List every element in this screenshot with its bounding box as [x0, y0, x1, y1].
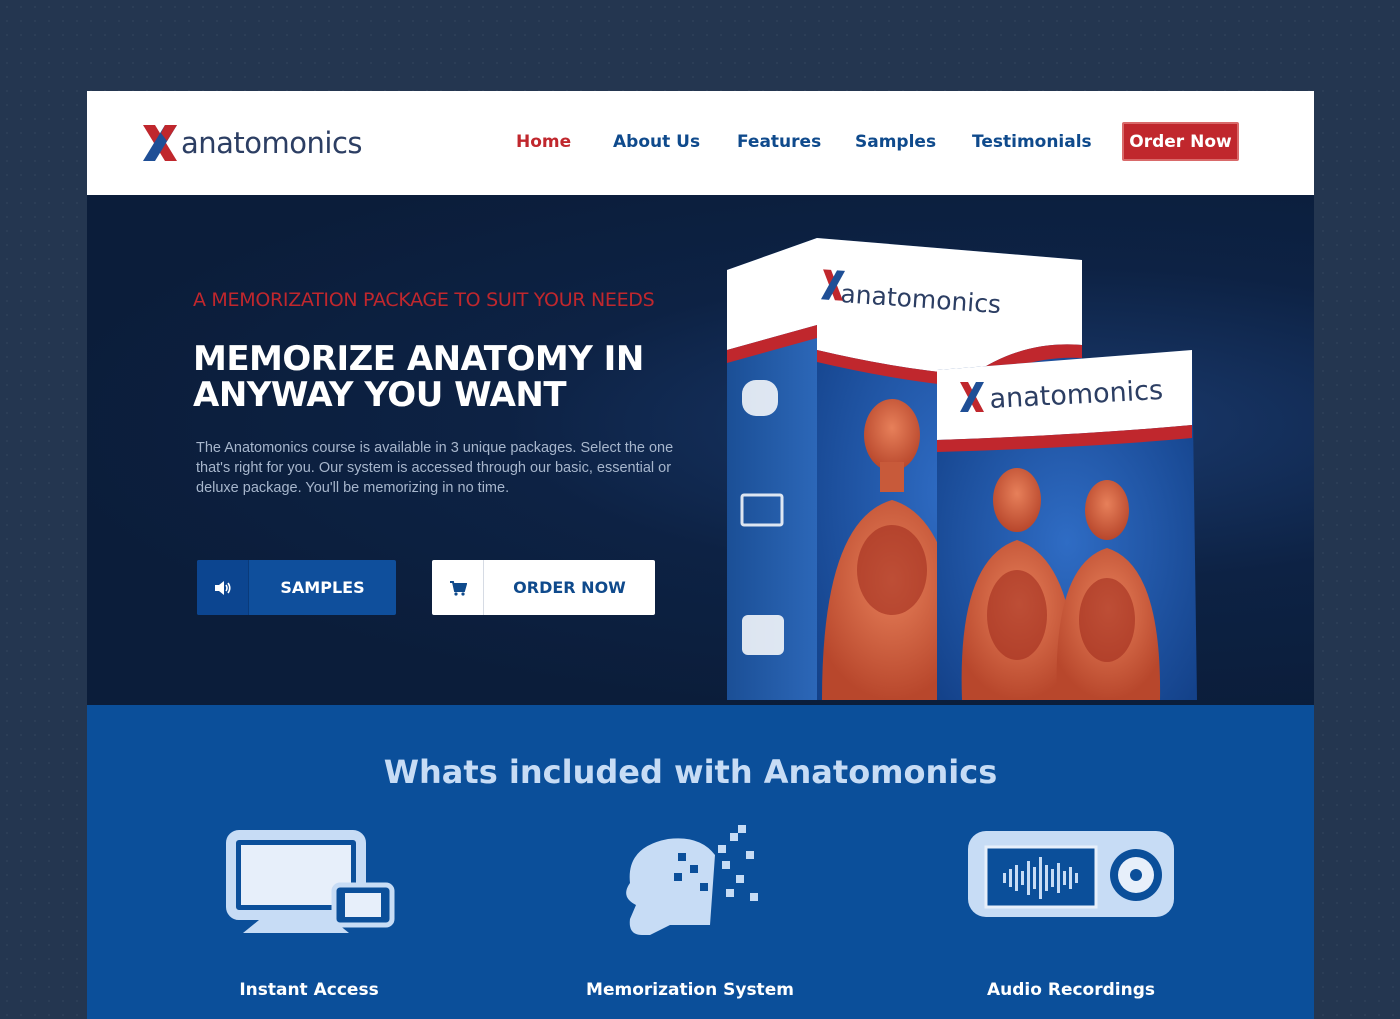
features-title: Whats included with Anatomonics — [383, 753, 998, 791]
feature-label-memorization-system: Memorization System — [586, 980, 794, 1000]
hero-kicker: A MEMORIZATION PACKAGE TO SUIT YOUR NEED… — [193, 289, 655, 311]
feature-label-instant-access: Instant Access — [239, 980, 379, 1000]
audio-player-icon — [968, 831, 1174, 917]
hero-title: MEMORIZE ANATOMY IN ANYWAY YOU WANT — [193, 339, 644, 415]
features-section: Whats included with Anatomonics Instant … — [87, 705, 1314, 1019]
nav-home[interactable]: Home — [516, 132, 571, 152]
samples-button-label: SAMPLES — [280, 578, 365, 597]
cart-icon — [432, 560, 484, 615]
site-header: anatomonics Home About Us Features Sampl… — [87, 91, 1314, 195]
order-now-button[interactable]: Order Now — [1122, 122, 1239, 161]
nav-samples[interactable]: Samples — [855, 132, 936, 152]
samples-button[interactable]: SAMPLES — [197, 560, 396, 615]
hero-order-button[interactable]: ORDER NOW — [432, 560, 655, 615]
order-button-label: ORDER NOW — [513, 578, 626, 597]
hero-section: A MEMORIZATION PACKAGE TO SUIT YOUR NEED… — [87, 195, 1314, 705]
speaker-icon — [197, 560, 249, 615]
devices-icon — [226, 830, 395, 933]
nav-about-us[interactable]: About Us — [613, 132, 700, 152]
brain-head-icon — [626, 825, 758, 935]
page-frame: anatomonics Home About Us Features Sampl… — [87, 91, 1314, 1019]
product-box-image: anatomonics anatomonics — [727, 238, 1197, 700]
nav-testimonials[interactable]: Testimonials — [972, 132, 1092, 152]
feature-label-audio-recordings: Audio Recordings — [987, 980, 1155, 1000]
nav-features[interactable]: Features — [737, 132, 821, 152]
hero-description: The Anatomonics course is available in 3… — [196, 440, 674, 496]
